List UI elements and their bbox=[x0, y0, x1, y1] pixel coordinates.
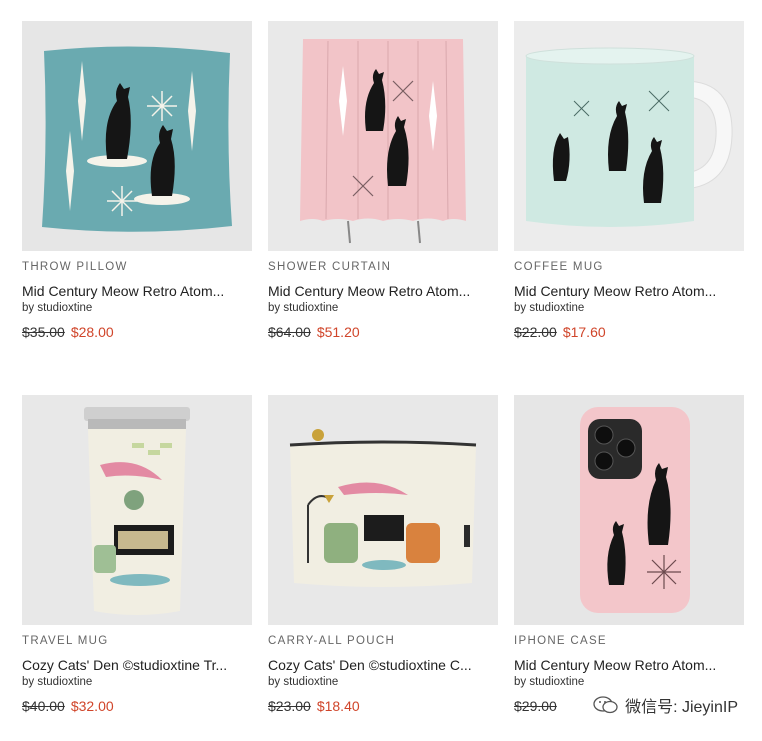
product-image-travel-mug[interactable] bbox=[22, 395, 252, 625]
product-card-travel-mug[interactable]: TRAVEL MUG Cozy Cats' Den ©studioxtine T… bbox=[22, 395, 252, 714]
sale-price: $28.00 bbox=[70, 324, 114, 340]
product-title[interactable]: Mid Century Meow Retro Atom... bbox=[514, 283, 734, 299]
sale-price: $18.40 bbox=[316, 698, 360, 714]
product-prices: $23.00 $18.40 bbox=[268, 698, 498, 714]
original-price: $22.00 bbox=[514, 324, 557, 340]
product-prices: $22.00 $17.60 bbox=[514, 324, 744, 340]
product-category: THROW PILLOW bbox=[22, 261, 128, 273]
product-author[interactable]: by studioxtine bbox=[22, 676, 252, 688]
product-card-throw-pillow[interactable]: THROW PILLOW Mid Century Meow Retro Atom… bbox=[22, 21, 252, 340]
sale-price: $51.20 bbox=[316, 324, 360, 340]
product-image-iphone-case[interactable] bbox=[514, 395, 744, 625]
product-title[interactable]: Mid Century Meow Retro Atom... bbox=[514, 657, 734, 673]
sale-price: $32.00 bbox=[70, 698, 114, 714]
product-author[interactable]: by studioxtine bbox=[268, 302, 498, 314]
wechat-watermark: 微信号: JieyinIP bbox=[591, 693, 740, 717]
product-image-shower-curtain[interactable] bbox=[268, 21, 498, 251]
product-category: CARRY-ALL POUCH bbox=[268, 635, 396, 647]
product-category: SHOWER CURTAIN bbox=[268, 261, 392, 273]
product-card-shower-curtain[interactable]: SHOWER CURTAIN Mid Century Meow Retro At… bbox=[268, 21, 498, 340]
product-prices: $40.00 $32.00 bbox=[22, 698, 252, 714]
product-image-throw-pillow[interactable] bbox=[22, 21, 252, 251]
product-author[interactable]: by studioxtine bbox=[514, 676, 744, 688]
product-category: COFFEE MUG bbox=[514, 261, 604, 273]
product-prices: $35.00 $28.00 bbox=[22, 324, 252, 340]
product-author[interactable]: by studioxtine bbox=[22, 302, 252, 314]
product-author[interactable]: by studioxtine bbox=[268, 676, 498, 688]
original-price: $64.00 bbox=[268, 324, 311, 340]
product-title[interactable]: Mid Century Meow Retro Atom... bbox=[268, 283, 488, 299]
original-price: $40.00 bbox=[22, 698, 65, 714]
product-card-carry-all-pouch[interactable]: CARRY-ALL POUCH Cozy Cats' Den ©studioxt… bbox=[268, 395, 498, 714]
product-title[interactable]: Cozy Cats' Den ©studioxtine C... bbox=[268, 657, 488, 673]
product-image-carry-all-pouch[interactable] bbox=[268, 395, 498, 625]
product-image-coffee-mug[interactable] bbox=[514, 21, 744, 251]
product-title[interactable]: Mid Century Meow Retro Atom... bbox=[22, 283, 242, 299]
wechat-icon bbox=[593, 696, 618, 714]
product-category: IPHONE CASE bbox=[514, 635, 607, 647]
sale-price: $17.60 bbox=[562, 324, 606, 340]
original-price: $29.00 bbox=[514, 698, 557, 714]
original-price: $23.00 bbox=[268, 698, 311, 714]
product-title[interactable]: Cozy Cats' Den ©studioxtine Tr... bbox=[22, 657, 242, 673]
product-card-iphone-case[interactable]: IPHONE CASE Mid Century Meow Retro Atom.… bbox=[514, 395, 744, 714]
watermark-text: 微信号: JieyinIP bbox=[625, 699, 738, 716]
product-card-coffee-mug[interactable]: COFFEE MUG Mid Century Meow Retro Atom..… bbox=[514, 21, 744, 340]
product-category: TRAVEL MUG bbox=[22, 635, 109, 647]
original-price: $35.00 bbox=[22, 324, 65, 340]
product-prices: $64.00 $51.20 bbox=[268, 324, 498, 340]
product-author[interactable]: by studioxtine bbox=[514, 302, 744, 314]
